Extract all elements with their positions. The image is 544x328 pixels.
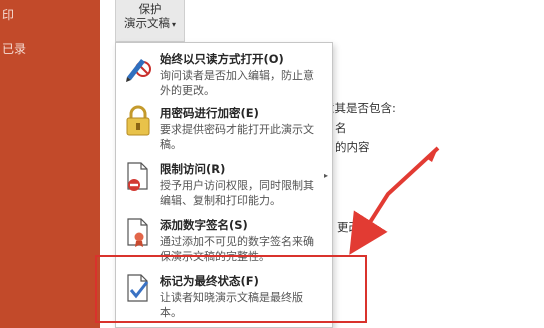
annotation-arrow-icon	[349, 146, 440, 255]
